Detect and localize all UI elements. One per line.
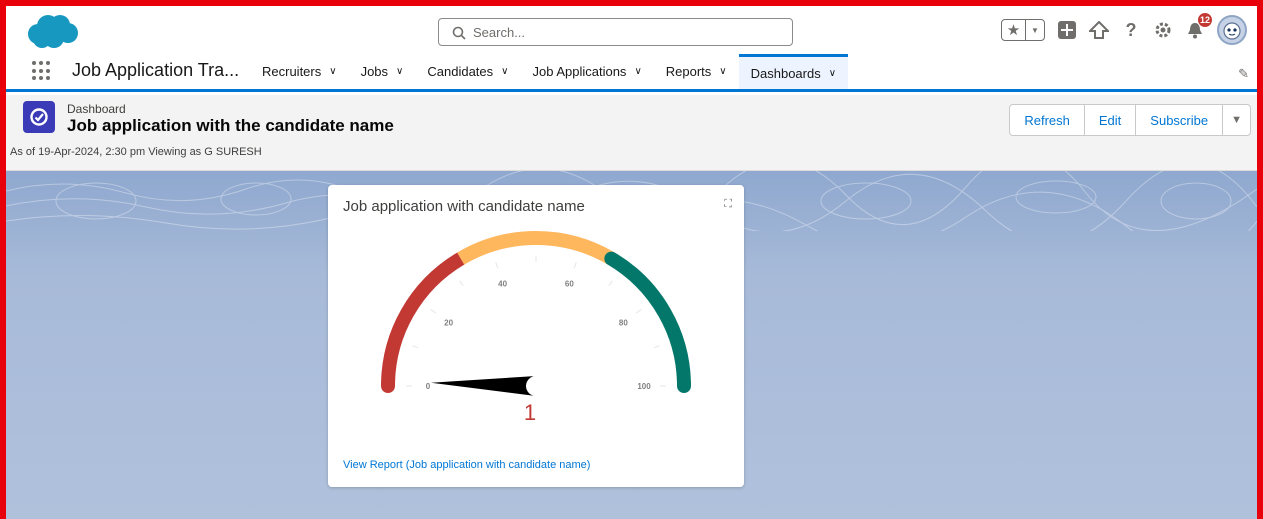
page-title: Job application with the candidate name <box>67 116 394 135</box>
chevron-down-icon[interactable]: ∨ <box>719 66 726 77</box>
help-icon[interactable]: ? <box>1121 20 1141 40</box>
notification-badge: 12 <box>1197 12 1213 28</box>
global-header: Search... ★ ▼ ? 12 <box>6 6 1257 54</box>
tab-candidates[interactable]: Candidates ∨ <box>415 54 520 89</box>
app-frame: Search... ★ ▼ ? 12 Job Application Tra..… <box>6 6 1257 519</box>
view-report-link[interactable]: View Report (Job application with candid… <box>343 459 590 471</box>
tab-label: Recruiters <box>262 64 322 79</box>
page-subtitle: As of 19-Apr-2024, 2:30 pm Viewing as G … <box>10 146 262 158</box>
gauge-value-label: 1 <box>524 400 536 425</box>
gauge-chart: 0 20 40 60 80 100 1 <box>381 231 691 425</box>
gear-icon[interactable] <box>1153 20 1173 40</box>
star-icon[interactable]: ★ <box>1002 20 1026 40</box>
header-button-group: Refresh Edit Subscribe ▼ <box>1009 104 1251 136</box>
chevron-down-icon[interactable]: ▼ <box>1231 114 1242 126</box>
chevron-down-icon[interactable]: ▼ <box>1026 20 1044 40</box>
search-placeholder: Search... <box>473 25 526 40</box>
dashboard-icon <box>23 101 55 133</box>
tab-recruiters[interactable]: Recruiters ∨ <box>250 54 349 89</box>
edit-nav-pencil-icon[interactable]: ✎ <box>1238 66 1249 82</box>
tab-dashboards[interactable]: Dashboards ∨ <box>738 54 849 89</box>
gauge-tick-mark <box>573 262 577 269</box>
gauge-tick-mark <box>636 309 642 314</box>
subscribe-button[interactable]: Subscribe <box>1136 105 1224 135</box>
favorites-button[interactable]: ★ ▼ <box>1001 19 1045 41</box>
dashboard-canvas: Job application with candidate name ⛶ 02… <box>6 171 1257 519</box>
gauge-tick-mark <box>430 309 436 314</box>
gauge-tick-label: 0 <box>426 382 431 391</box>
gauge-tick-label: 100 <box>637 382 651 391</box>
app-launcher-icon[interactable] <box>32 61 52 81</box>
edit-button[interactable]: Edit <box>1085 105 1137 135</box>
chevron-down-icon[interactable]: ∨ <box>501 66 508 77</box>
tab-label: Job Applications <box>532 64 627 79</box>
gauge-widget-card: Job application with candidate name ⛶ 02… <box>328 185 744 487</box>
tab-job-applications[interactable]: Job Applications ∨ <box>520 54 653 89</box>
gauge-tick-label: 60 <box>565 279 574 288</box>
search-icon <box>452 26 466 40</box>
app-name: Job Application Tra... <box>72 60 240 80</box>
user-avatar[interactable] <box>1217 15 1247 45</box>
gauge-tick-mark <box>412 345 419 349</box>
tab-label: Jobs <box>360 64 389 79</box>
app-navigation: Job Application Tra... Recruiters ∨ Jobs ∨… <box>6 54 1257 92</box>
chevron-down-icon[interactable]: ∨ <box>329 66 336 77</box>
chevron-down-icon[interactable]: ∨ <box>829 68 836 79</box>
gauge-tick-mark <box>653 345 660 349</box>
global-actions-icon[interactable] <box>1057 20 1077 40</box>
gauge-tick-mark <box>608 280 613 286</box>
notifications-bell-icon[interactable]: 12 <box>1185 12 1213 40</box>
tab-label: Dashboards <box>750 65 821 81</box>
chevron-down-icon[interactable]: ∨ <box>396 66 403 77</box>
more-actions-dropdown[interactable]: ▼ <box>1223 105 1250 135</box>
gauge-tick-mark <box>459 280 464 286</box>
nav-tabs: Recruiters ∨ Jobs ∨ Candidates ∨ Job Applic… <box>250 54 849 89</box>
page-header: Dashboard Job application with the candi… <box>6 95 1257 171</box>
gauge-tick-mark <box>495 262 499 269</box>
tab-reports[interactable]: Reports ∨ <box>654 54 739 89</box>
refresh-button[interactable]: Refresh <box>1010 105 1085 135</box>
chevron-down-icon[interactable]: ∨ <box>634 66 641 77</box>
global-search[interactable]: Search... <box>438 18 793 46</box>
tab-label: Candidates <box>427 64 494 79</box>
salesforce-logo[interactable] <box>24 14 80 50</box>
trailhead-icon[interactable] <box>1089 20 1109 40</box>
page-type-label: Dashboard <box>67 102 126 116</box>
gauge-tick-label: 40 <box>498 279 507 288</box>
tab-label: Reports <box>665 64 712 79</box>
gauge-band-1 <box>457 231 615 265</box>
gauge-tick-label: 80 <box>619 319 628 328</box>
header-utilities: ★ ▼ ? 12 <box>1001 12 1247 46</box>
tab-jobs[interactable]: Jobs ∨ <box>349 54 416 89</box>
gauge-tick-label: 20 <box>444 319 453 328</box>
gauge-needle <box>431 376 537 396</box>
